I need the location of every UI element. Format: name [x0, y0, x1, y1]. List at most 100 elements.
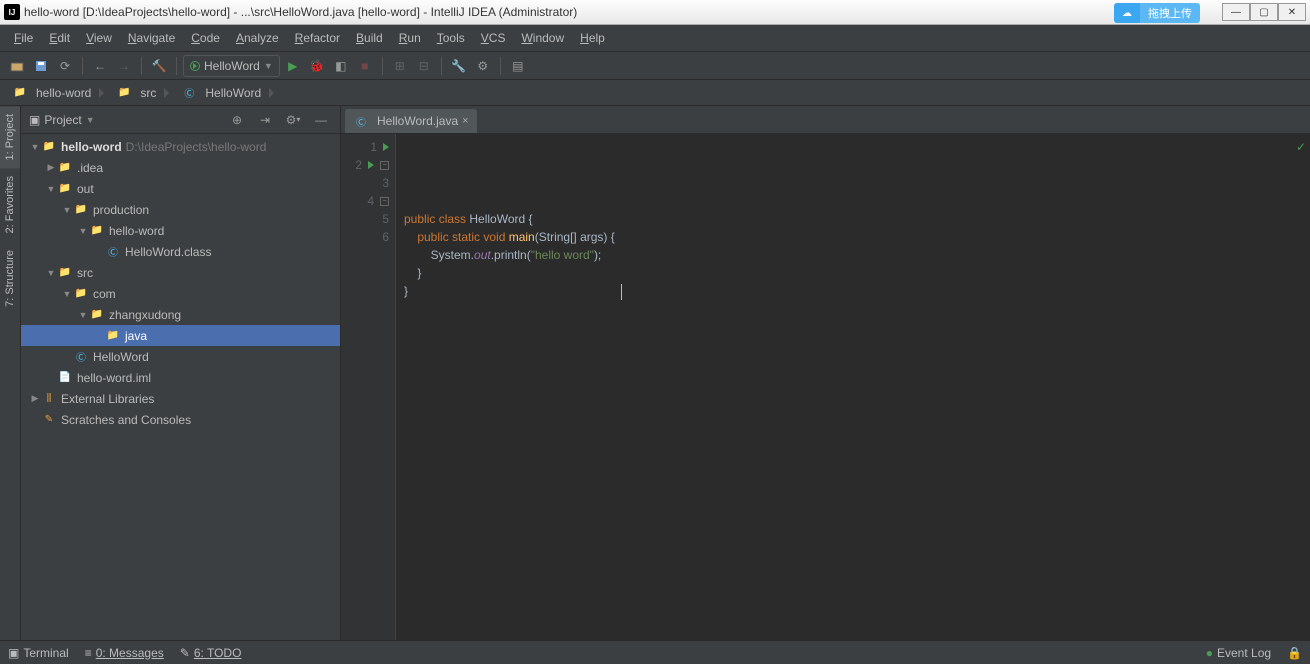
- maximize-button[interactable]: ▢: [1250, 3, 1278, 21]
- panel-settings-button[interactable]: ⚙▾: [282, 109, 304, 131]
- expand-icon[interactable]: [29, 393, 41, 404]
- tool-structure[interactable]: 7: Structure: [0, 242, 20, 315]
- run-gutter-icon[interactable]: [368, 161, 374, 169]
- menu-vcs[interactable]: VCS: [473, 27, 514, 49]
- project-tool-window: ▣ Project ▼ ⊕ ⇥ ⚙▾ — 📁hello-wordD:\IdeaP…: [21, 106, 341, 640]
- search-button[interactable]: 🔧: [448, 55, 470, 77]
- vcs-button-2[interactable]: ⊟: [413, 55, 435, 77]
- tree-item[interactable]: 📁.idea: [21, 157, 340, 178]
- tree-item[interactable]: 📁out: [21, 178, 340, 199]
- status-bar: ▣Terminal ≡0: Messages ✎6: TODO ●Event L…: [0, 640, 1310, 664]
- tool-project[interactable]: 1: Project: [0, 106, 20, 168]
- tree-item[interactable]: ⒸHelloWord.class: [21, 241, 340, 262]
- run-config-icon: [190, 61, 200, 71]
- inspection-ok-icon[interactable]: ✓: [1296, 138, 1306, 156]
- upload-badge[interactable]: ☁ 拖拽上传: [1114, 3, 1200, 23]
- collapse-button[interactable]: ⇥: [254, 109, 276, 131]
- run-config-label: HelloWord: [204, 59, 260, 73]
- menu-navigate[interactable]: Navigate: [120, 27, 183, 49]
- window-title: hello-word [D:\IdeaProjects\hello-word] …: [24, 5, 1222, 19]
- tree-item[interactable]: 📄hello-word.iml: [21, 367, 340, 388]
- lock-icon[interactable]: 🔒: [1287, 646, 1302, 660]
- expand-icon[interactable]: [45, 268, 57, 278]
- run-gutter-icon[interactable]: [383, 143, 389, 151]
- fold-icon[interactable]: −: [380, 161, 389, 170]
- menu-refactor[interactable]: Refactor: [287, 27, 348, 49]
- todo-icon: ✎: [180, 646, 190, 660]
- refresh-button[interactable]: ⟳: [54, 55, 76, 77]
- tree-item[interactable]: ⒸHelloWord: [21, 346, 340, 367]
- menu-tools[interactable]: Tools: [429, 27, 473, 49]
- todo-tool[interactable]: ✎6: TODO: [180, 646, 242, 660]
- messages-icon: ≡: [85, 646, 92, 660]
- menu-edit[interactable]: Edit: [41, 27, 78, 49]
- expand-icon[interactable]: [61, 289, 73, 299]
- settings-button[interactable]: ⚙: [472, 55, 494, 77]
- hide-button[interactable]: —: [310, 109, 332, 131]
- tab-close-icon[interactable]: ×: [462, 115, 468, 127]
- coverage-button[interactable]: ◧: [330, 55, 352, 77]
- expand-icon[interactable]: [45, 184, 57, 194]
- terminal-tool[interactable]: ▣Terminal: [8, 646, 69, 660]
- expand-icon[interactable]: [29, 142, 41, 152]
- locate-button[interactable]: ⊕: [226, 109, 248, 131]
- expand-icon[interactable]: [45, 162, 57, 173]
- code-area[interactable]: ✓ public class HelloWord { public static…: [396, 134, 1310, 640]
- vcs-button-1[interactable]: ⊞: [389, 55, 411, 77]
- tree-item[interactable]: ✎Scratches and Consoles: [21, 409, 340, 430]
- menu-file[interactable]: File: [6, 27, 41, 49]
- breadcrumb-src[interactable]: 📁src: [110, 83, 175, 103]
- editor-body[interactable]: 12−34−56 ✓ public class HelloWord { publ…: [341, 134, 1310, 640]
- left-tool-strip: 1: Project2: Favorites7: Structure: [0, 106, 21, 640]
- breadcrumb-helloword[interactable]: ⒸHelloWord: [175, 83, 280, 103]
- tree-item[interactable]: 📁zhangxudong: [21, 304, 340, 325]
- debug-button[interactable]: 🐞: [306, 55, 328, 77]
- tree-item[interactable]: 📁com: [21, 283, 340, 304]
- menu-window[interactable]: Window: [513, 27, 572, 49]
- editor-tab[interactable]: ⒸHelloWord.java×: [345, 109, 477, 133]
- menubar: FileEditViewNavigateCodeAnalyzeRefactorB…: [0, 25, 1310, 52]
- tool-favorites[interactable]: 2: Favorites: [0, 168, 20, 241]
- editor-tabs: ⒸHelloWord.java×: [341, 106, 1310, 134]
- menu-view[interactable]: View: [78, 27, 120, 49]
- upload-badge-text: 拖拽上传: [1140, 3, 1200, 23]
- back-button[interactable]: ←: [89, 55, 111, 77]
- toolbar: ⟳ ← → 🔨 HelloWord ▼ ▶ 🐞 ◧ ■ ⊞ ⊟ 🔧 ⚙ ▤: [0, 52, 1310, 80]
- menu-run[interactable]: Run: [391, 27, 429, 49]
- tree-item[interactable]: 📁hello-word: [21, 220, 340, 241]
- expand-icon[interactable]: [77, 226, 89, 236]
- minimize-button[interactable]: —: [1222, 3, 1250, 21]
- project-tree[interactable]: 📁hello-wordD:\IdeaProjects\hello-word📁.i…: [21, 134, 340, 640]
- close-button[interactable]: ✕: [1278, 3, 1306, 21]
- stop-button[interactable]: ■: [354, 55, 376, 77]
- project-panel-header: ▣ Project ▼ ⊕ ⇥ ⚙▾ —: [21, 106, 340, 134]
- project-view-selector[interactable]: ▣ Project ▼: [29, 113, 220, 127]
- tree-item[interactable]: ⫼External Libraries: [21, 388, 340, 409]
- structure-button[interactable]: ▤: [507, 55, 529, 77]
- event-log[interactable]: ●Event Log: [1206, 646, 1271, 660]
- tree-item[interactable]: 📁hello-wordD:\IdeaProjects\hello-word: [21, 136, 340, 157]
- menu-code[interactable]: Code: [183, 27, 228, 49]
- expand-icon[interactable]: [77, 310, 89, 320]
- open-button[interactable]: [6, 55, 28, 77]
- breadcrumb-hello-word[interactable]: 📁hello-word: [6, 83, 110, 103]
- run-button[interactable]: ▶: [282, 55, 304, 77]
- project-panel-title: Project: [44, 113, 81, 127]
- tree-item[interactable]: 📁src: [21, 262, 340, 283]
- tree-item[interactable]: 📁java: [21, 325, 340, 346]
- cloud-icon: ☁: [1114, 3, 1140, 23]
- run-config-selector[interactable]: HelloWord ▼: [183, 55, 280, 77]
- fold-icon[interactable]: −: [380, 197, 389, 206]
- expand-icon[interactable]: [61, 205, 73, 215]
- menu-build[interactable]: Build: [348, 27, 391, 49]
- forward-button[interactable]: →: [113, 55, 135, 77]
- messages-tool[interactable]: ≡0: Messages: [85, 646, 164, 660]
- menu-analyze[interactable]: Analyze: [228, 27, 287, 49]
- editor-area: ⒸHelloWord.java× 12−34−56 ✓ public class…: [341, 106, 1310, 640]
- build-button[interactable]: 🔨: [148, 55, 170, 77]
- menu-help[interactable]: Help: [572, 27, 613, 49]
- terminal-icon: ▣: [8, 646, 19, 660]
- gutter[interactable]: 12−34−56: [341, 134, 396, 640]
- save-button[interactable]: [30, 55, 52, 77]
- tree-item[interactable]: 📁production: [21, 199, 340, 220]
